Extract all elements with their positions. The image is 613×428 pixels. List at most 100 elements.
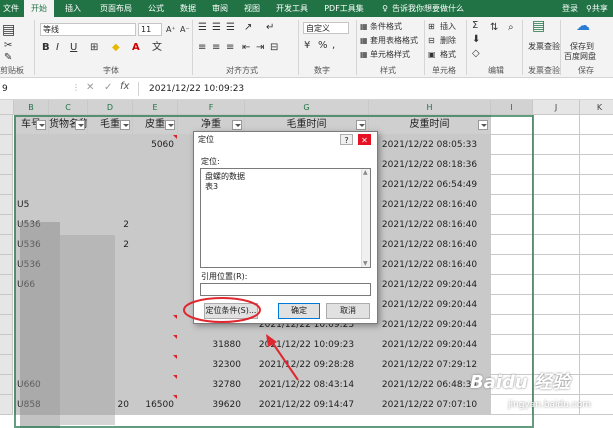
format-cells-button[interactable]: 格式 — [440, 49, 456, 60]
column-header[interactable]: D — [88, 100, 133, 115]
column-header[interactable]: G — [245, 100, 369, 115]
tell-me-search[interactable]: 告诉我你想要做什么 — [392, 0, 502, 17]
help-button[interactable]: ? — [340, 134, 353, 145]
table-cell[interactable] — [580, 355, 613, 375]
list-item[interactable]: 表3 — [201, 182, 370, 192]
row-header[interactable] — [0, 255, 13, 275]
font-size-select[interactable]: 11 — [138, 23, 162, 36]
table-cell[interactable] — [533, 215, 580, 235]
table-cell[interactable] — [580, 215, 613, 235]
align-top-icon[interactable]: ☰ — [198, 23, 207, 33]
table-format-button[interactable]: 套用表格格式 — [370, 35, 418, 46]
fill-color-icon[interactable]: ◆ — [112, 43, 120, 53]
table-cell[interactable] — [533, 195, 580, 215]
column-header[interactable]: J — [533, 100, 580, 115]
list-scrollbar[interactable]: ▲ ▼ — [361, 169, 370, 267]
row-header[interactable] — [0, 175, 13, 195]
paste-icon[interactable]: ▤ — [2, 23, 15, 37]
grow-font-icon[interactable]: A⁺ — [166, 25, 176, 35]
phonetic-icon[interactable]: 文 — [152, 43, 162, 53]
increase-indent-icon[interactable]: ⇥ — [256, 43, 264, 53]
invoice-check-button[interactable]: 发票查验 — [528, 41, 560, 52]
column-header[interactable]: F — [178, 100, 245, 115]
row-header[interactable] — [0, 215, 13, 235]
row-header[interactable] — [0, 375, 13, 395]
row-header[interactable] — [0, 115, 13, 135]
column-header[interactable]: K — [580, 100, 613, 115]
tab-developer[interactable]: 开发工具 — [270, 0, 314, 17]
align-middle-icon[interactable]: ☰ — [212, 23, 221, 33]
table-cell[interactable] — [580, 375, 613, 395]
decrease-indent-icon[interactable]: ⇤ — [242, 43, 250, 53]
function-icon[interactable]: fx — [120, 81, 129, 92]
table-cell[interactable] — [533, 135, 580, 155]
currency-icon[interactable]: ¥ — [304, 41, 310, 51]
cancel-icon[interactable]: ✕ — [86, 82, 94, 93]
bold-icon[interactable]: B — [42, 43, 50, 53]
row-header[interactable] — [0, 355, 13, 375]
underline-icon[interactable]: U — [70, 43, 77, 53]
row-header[interactable] — [0, 395, 13, 415]
font-name-select[interactable]: 等线 — [40, 23, 136, 36]
tab-pdf-tools[interactable]: PDF工具集 — [318, 0, 370, 17]
row-header[interactable] — [0, 195, 13, 215]
align-right-icon[interactable]: ≡ — [226, 43, 234, 53]
find-select-icon[interactable]: ⌕ — [508, 23, 514, 33]
name-box[interactable]: 9 — [0, 82, 60, 96]
table-cell[interactable] — [580, 235, 613, 255]
border-icon[interactable]: ⊞ — [90, 43, 98, 53]
column-header[interactable]: B — [14, 100, 49, 115]
table-cell[interactable] — [533, 335, 580, 355]
row-header[interactable] — [0, 235, 13, 255]
row-header[interactable] — [0, 295, 13, 315]
column-header[interactable]: I — [491, 100, 533, 115]
table-cell[interactable] — [533, 275, 580, 295]
login-link[interactable]: 登录 — [558, 0, 582, 17]
clear-icon[interactable]: ◇ — [472, 49, 480, 59]
tab-review[interactable]: 审阅 — [206, 0, 234, 17]
cut-icon[interactable]: ✂ — [4, 41, 12, 51]
scroll-up-icon[interactable]: ▲ — [363, 169, 368, 176]
row-header[interactable] — [0, 315, 13, 335]
row-header[interactable] — [0, 335, 13, 355]
fill-icon[interactable]: ⬇ — [472, 35, 480, 45]
row-header[interactable] — [0, 275, 13, 295]
tab-data[interactable]: 数据 — [174, 0, 202, 17]
share-button[interactable]: ⚲共享 — [586, 0, 613, 17]
cell-style-button[interactable]: 单元格样式 — [370, 49, 410, 60]
goto-list[interactable]: 盘螺的数据 表3 ▲ ▼ — [200, 168, 371, 268]
font-color-icon[interactable]: A — [132, 43, 140, 53]
close-button[interactable]: ✕ — [358, 134, 371, 145]
select-all-corner[interactable] — [0, 100, 14, 115]
table-cell[interactable] — [533, 235, 580, 255]
header-cell[interactable] — [580, 115, 613, 135]
italic-icon[interactable]: I — [56, 43, 59, 53]
tab-formulas[interactable]: 公式 — [142, 0, 170, 17]
enter-icon[interactable]: ✓ — [104, 82, 112, 93]
list-item[interactable]: 盘螺的数据 — [201, 169, 370, 182]
table-cell[interactable] — [580, 315, 613, 335]
table-cell[interactable] — [580, 275, 613, 295]
format-painter-icon[interactable]: ✎ — [4, 53, 12, 63]
wrap-text-icon[interactable]: ↵ — [266, 23, 274, 33]
table-cell[interactable] — [533, 315, 580, 335]
align-center-icon[interactable]: ≡ — [212, 43, 220, 53]
align-left-icon[interactable]: ≡ — [198, 43, 206, 53]
insert-cells-button[interactable]: 插入 — [440, 21, 456, 32]
tab-insert[interactable]: 插入 — [58, 0, 88, 17]
header-cell[interactable] — [533, 115, 580, 135]
table-cell[interactable] — [580, 175, 613, 195]
column-header[interactable]: H — [369, 100, 491, 115]
table-cell[interactable] — [533, 295, 580, 315]
table-cell[interactable] — [533, 175, 580, 195]
percent-icon[interactable]: % — [318, 41, 328, 51]
align-bottom-icon[interactable]: ☰ — [226, 23, 235, 33]
comma-icon[interactable]: , — [332, 41, 335, 51]
merge-center-icon[interactable]: ⊟ — [270, 43, 278, 53]
row-header[interactable] — [0, 155, 13, 175]
conditional-format-button[interactable]: 条件格式 — [370, 21, 402, 32]
tab-home[interactable]: 开始 — [24, 0, 54, 17]
formula-input[interactable]: 2021/12/22 10:09:23 — [138, 82, 608, 96]
table-cell[interactable] — [580, 195, 613, 215]
tab-page-layout[interactable]: 页面布局 — [94, 0, 138, 17]
